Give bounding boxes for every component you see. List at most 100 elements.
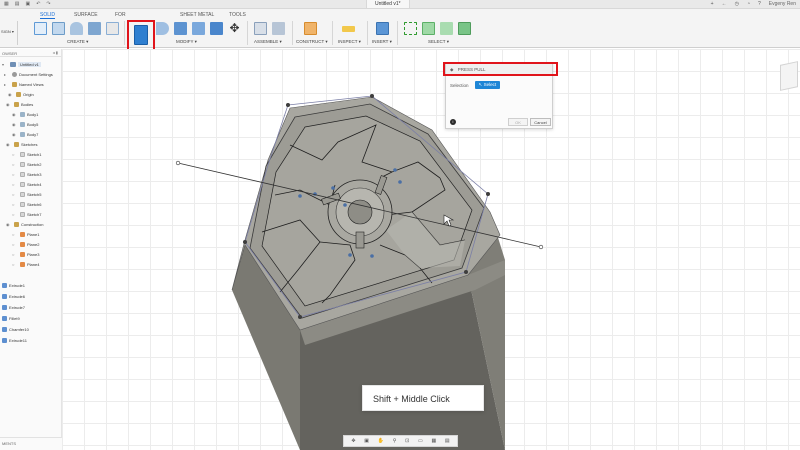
group-inspect[interactable]: INSPECT ▾	[338, 39, 361, 45]
eye-icon[interactable]: ○	[12, 232, 18, 237]
box-icon[interactable]	[88, 22, 101, 35]
browser-item-named-views[interactable]: ▸ Named Views	[4, 79, 44, 89]
pin-icon[interactable]: ▮	[56, 50, 58, 55]
tab-solid[interactable]: SOLID	[40, 12, 56, 19]
expand-arrow-icon[interactable]: ▸	[4, 72, 10, 77]
viewports-icon[interactable]: ▤	[445, 438, 450, 444]
group-select[interactable]: SELECT ▾	[428, 39, 449, 45]
insert-image-icon[interactable]	[376, 22, 389, 35]
select-body-icon[interactable]	[458, 22, 471, 35]
comments-panel[interactable]: MENTS	[0, 437, 62, 450]
extrude-icon[interactable]	[52, 22, 65, 35]
tab-tools[interactable]: TOOLS	[229, 12, 246, 18]
cancel-button[interactable]: Cancel	[530, 118, 551, 126]
offset-plane-icon[interactable]	[304, 22, 317, 35]
eye-icon[interactable]: ○	[12, 192, 18, 197]
timeline-item-extrude[interactable]: Extrude6	[2, 291, 25, 301]
browser-item-sketches[interactable]: ◉ Sketches	[6, 139, 37, 149]
browser-item-sketch[interactable]: ○ Sketch4	[12, 179, 41, 189]
eye-icon[interactable]: ○	[12, 252, 18, 257]
browser-item-sketch[interactable]: ○ Sketch1	[12, 149, 41, 159]
eye-icon[interactable]: ◉	[12, 112, 18, 117]
new-component-icon[interactable]	[254, 22, 267, 35]
eye-icon[interactable]: ○	[12, 152, 18, 157]
browser-item-sketch[interactable]: ○ Sketch6	[12, 199, 41, 209]
browser-item-origin[interactable]: ◉ Origin	[8, 89, 34, 99]
browser-item-construction[interactable]: ◉ Construction	[6, 219, 43, 229]
joint-icon[interactable]	[272, 22, 285, 35]
window-select-icon[interactable]	[404, 22, 417, 35]
revolve-icon[interactable]	[70, 22, 83, 35]
browser-item-body[interactable]: ◉ Body7	[12, 129, 38, 139]
undo-icon[interactable]: ↶	[36, 1, 40, 7]
display-settings-icon[interactable]: ▭	[418, 438, 423, 444]
app-menu-icon[interactable]: ▦	[4, 1, 9, 7]
eye-icon[interactable]: ◉	[6, 222, 12, 227]
eye-icon[interactable]: ◉	[6, 102, 12, 107]
chamfer-icon[interactable]	[174, 22, 187, 35]
group-create[interactable]: CREATE ▾	[67, 39, 88, 45]
select-button[interactable]: ↖ Select	[474, 81, 501, 89]
measure-icon[interactable]	[342, 26, 355, 32]
clock-icon[interactable]: ◷	[735, 1, 739, 7]
document-tab[interactable]: Untitled v1*	[366, 0, 410, 9]
shell-icon[interactable]	[192, 22, 205, 35]
tab-sheet-metal[interactable]: SHEET METAL	[180, 12, 214, 18]
user-name[interactable]: Evgeny Ren	[769, 1, 796, 7]
eye-icon[interactable]: ○	[12, 202, 18, 207]
zoom-icon[interactable]: ⚲	[393, 438, 397, 444]
browser-item-plane[interactable]: ○ Plane2	[12, 239, 39, 249]
collapse-icon[interactable]: ◂	[53, 50, 55, 55]
eye-icon[interactable]: ○	[12, 242, 18, 247]
pattern-icon[interactable]	[106, 22, 119, 35]
browser-item-sketch[interactable]: ○ Sketch5	[12, 189, 41, 199]
eye-icon[interactable]: ◉	[6, 142, 12, 147]
group-assemble[interactable]: ASSEMBLE ▾	[254, 39, 282, 45]
browser-item-plane[interactable]: ○ Plane4	[12, 259, 39, 269]
fit-icon[interactable]: ⊡	[405, 438, 409, 444]
redo-icon[interactable]: ↷	[46, 1, 50, 7]
eye-icon[interactable]: ◉	[12, 132, 18, 137]
timeline-item-fillet[interactable]: Fillet9	[2, 313, 20, 323]
group-construct[interactable]: CONSTRUCT ▾	[296, 39, 328, 45]
eye-icon[interactable]: ○	[12, 162, 18, 167]
bell-icon[interactable]: ◔	[747, 1, 750, 7]
timeline-item-extrude[interactable]: Extrude1	[2, 280, 25, 290]
group-insert[interactable]: INSERT ▾	[372, 39, 392, 45]
timeline-item-extrude[interactable]: Extrude7	[2, 302, 25, 312]
timeline-item-extrude[interactable]: Extrude11	[2, 335, 27, 345]
browser-item-bodies[interactable]: ◉ Bodies	[6, 99, 33, 109]
browser-root[interactable]: ▾ Untitled v1	[2, 59, 41, 69]
selection-filter-icon[interactable]	[422, 22, 435, 35]
workspace-switcher[interactable]: SIGN ▾	[0, 21, 18, 45]
help-icon[interactable]: ?	[758, 1, 761, 7]
save-icon[interactable]: ▣	[25, 1, 30, 7]
eye-icon[interactable]: ◉	[8, 92, 14, 97]
timeline-item-chamfer[interactable]: Chamfer10	[2, 324, 29, 334]
center-bore[interactable]	[347, 199, 373, 225]
browser-item-document-settings[interactable]: ▸ Document Settings	[4, 69, 53, 79]
orbit-icon[interactable]: ✥	[351, 438, 355, 444]
view-cube[interactable]	[780, 61, 798, 91]
file-icon[interactable]: ▤	[15, 1, 20, 7]
browser-item-sketch[interactable]: ○ Sketch3	[12, 169, 41, 179]
eye-icon[interactable]: ○	[12, 212, 18, 217]
info-icon[interactable]: i	[450, 119, 456, 125]
tab-surface[interactable]: SURFACE	[74, 12, 98, 18]
combine-icon[interactable]	[210, 22, 223, 35]
pan-icon[interactable]: ✋	[378, 438, 384, 444]
browser-item-body[interactable]: ◉ Body1	[12, 109, 38, 119]
add-tab-icon[interactable]: +	[711, 1, 714, 7]
expand-arrow-icon[interactable]: ▸	[4, 82, 10, 87]
tab-form[interactable]: FOR	[115, 12, 126, 18]
eye-icon[interactable]: ○	[12, 182, 18, 187]
grid-icon[interactable]: ▦	[431, 438, 436, 444]
ok-button[interactable]: OK	[508, 118, 528, 126]
browser-item-sketch[interactable]: ○ Sketch7	[12, 209, 41, 219]
browser-item-body[interactable]: ◉ Body5	[12, 119, 38, 129]
eye-icon[interactable]: ○	[12, 172, 18, 177]
new-sketch-icon[interactable]	[34, 22, 47, 35]
eye-icon[interactable]: ○	[12, 262, 18, 267]
eye-icon[interactable]: ◉	[12, 122, 18, 127]
selection-priority-icon[interactable]	[440, 22, 453, 35]
